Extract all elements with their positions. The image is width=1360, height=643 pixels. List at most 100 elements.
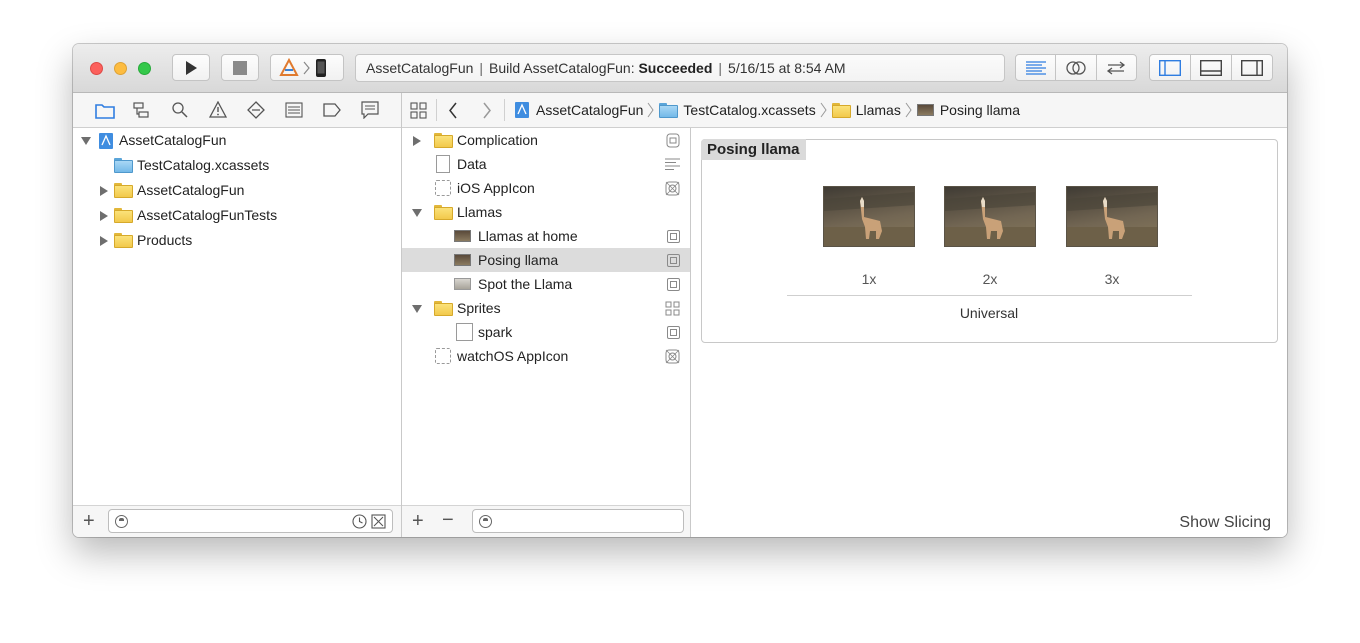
asset-label: spark: [478, 324, 513, 340]
utilities-toggle-button[interactable]: [1232, 55, 1272, 80]
navigator-selector-bar: [73, 93, 401, 128]
asset-row-folder[interactable]: Sprites: [402, 296, 690, 321]
asset-row-image[interactable]: spark: [402, 320, 690, 345]
debug-navigator-icon[interactable]: [285, 102, 303, 118]
tree-label: AssetCatalogFunTests: [137, 207, 278, 223]
debug-area-toggle-button[interactable]: [1191, 55, 1232, 80]
llama-photo: [1067, 192, 1157, 246]
breakpoint-navigator-icon[interactable]: [323, 103, 341, 117]
version-editor-button[interactable]: [1097, 55, 1136, 80]
image-set-type-icon: [667, 254, 680, 267]
related-items-icon[interactable]: [410, 102, 427, 119]
asset-row-folder[interactable]: Complication: [402, 128, 690, 153]
slot-2x-image[interactable]: [944, 186, 1036, 247]
asset-row-image[interactable]: Llamas at home: [402, 224, 690, 249]
data-set-type-icon: [665, 158, 680, 170]
asset-label: Data: [457, 156, 487, 172]
navigator-filter-field[interactable]: [108, 509, 393, 533]
report-navigator-icon[interactable]: [361, 101, 379, 119]
tree-row-group[interactable]: Products: [73, 228, 401, 253]
chevron-right-icon: [905, 102, 912, 118]
navigator-toggle-button[interactable]: [1150, 55, 1191, 80]
disclosure-triangle-icon[interactable]: [412, 209, 422, 217]
test-navigator-icon[interactable]: [247, 101, 265, 119]
show-slicing-button[interactable]: Show Slicing: [1179, 514, 1271, 532]
asset-catalog-icon: [659, 102, 679, 118]
breadcrumb-folder[interactable]: Llamas: [831, 102, 901, 118]
asset-row-appicon[interactable]: iOS AppIcon: [402, 176, 690, 201]
tree-label: Products: [137, 232, 193, 248]
toolbar: AssetCatalogFun | Build AssetCatalogFun: S…: [73, 44, 1287, 93]
disclosure-triangle-icon[interactable]: [100, 236, 108, 246]
recent-files-icon[interactable]: [352, 514, 367, 529]
scheme-selector[interactable]: [270, 54, 344, 81]
run-button[interactable]: [172, 54, 210, 81]
assistant-editor-button[interactable]: [1056, 55, 1097, 80]
standard-editor-button[interactable]: [1016, 55, 1057, 80]
disclosure-triangle-icon[interactable]: [100, 186, 108, 196]
slot-1x-label: 1x: [861, 271, 877, 287]
tree-row-group[interactable]: AssetCatalogFunTests: [73, 203, 401, 228]
idiom-divider: [787, 295, 1192, 296]
breadcrumb-folder-label: Llamas: [855, 102, 901, 118]
forward-icon[interactable]: [482, 102, 492, 119]
filter-icon: [115, 515, 128, 528]
minimize-button[interactable]: [114, 62, 127, 75]
slot-3x-image[interactable]: [1066, 186, 1158, 247]
activity-build-status: Succeeded: [638, 60, 713, 76]
stop-button[interactable]: [221, 54, 259, 81]
image-set-type-icon: [667, 278, 680, 291]
breadcrumb-asset[interactable]: Posing llama: [916, 102, 1020, 118]
sprite-atlas-icon: [665, 301, 680, 316]
find-navigator-icon[interactable]: [171, 101, 189, 119]
image-set-icon: [916, 104, 934, 116]
chevron-right-icon: [303, 61, 310, 74]
close-button[interactable]: [90, 62, 103, 75]
add-asset-button[interactable]: +: [412, 511, 424, 531]
breadcrumb-asset-label: Posing llama: [939, 102, 1020, 118]
scm-status-icon[interactable]: [371, 514, 386, 529]
symbol-navigator-icon[interactable]: [133, 102, 151, 119]
asset-row-image-selected[interactable]: Posing llama: [402, 248, 690, 272]
complication-set-icon: [666, 133, 680, 148]
folder-icon: [434, 133, 453, 148]
tree-row-catalog[interactable]: TestCatalog.xcassets: [73, 153, 401, 178]
issue-navigator-icon[interactable]: [209, 101, 227, 119]
asset-row-data[interactable]: Data: [402, 152, 690, 177]
project-file-icon: [99, 133, 113, 149]
tree-row-group[interactable]: AssetCatalogFun: [73, 178, 401, 203]
app-icon-type-icon: [665, 181, 680, 196]
tree-label: AssetCatalogFun: [137, 182, 245, 198]
project-navigator-icon[interactable]: [95, 102, 115, 119]
remove-asset-button[interactable]: −: [442, 510, 454, 530]
version-editor-icon: [1107, 60, 1126, 75]
disclosure-triangle-icon[interactable]: [412, 305, 422, 313]
asset-row-image[interactable]: Spot the Llama: [402, 272, 690, 297]
asset-filter-field[interactable]: [472, 509, 684, 533]
breadcrumb-catalog-label: TestCatalog.xcassets: [683, 102, 816, 118]
asset-name-label: Posing llama: [701, 139, 806, 160]
add-button[interactable]: +: [83, 511, 95, 531]
back-icon[interactable]: [448, 102, 458, 119]
tree-row-project[interactable]: AssetCatalogFun: [73, 128, 401, 153]
editor-mode-control: [1015, 54, 1137, 81]
zoom-button[interactable]: [138, 62, 151, 75]
breadcrumb-catalog[interactable]: TestCatalog.xcassets: [659, 102, 816, 118]
view-toggle-control: [1149, 54, 1273, 81]
disclosure-triangle-icon[interactable]: [413, 136, 421, 146]
breadcrumb-project[interactable]: AssetCatalogFun: [514, 101, 643, 119]
asset-label: watchOS AppIcon: [457, 348, 569, 364]
disclosure-triangle-icon[interactable]: [100, 211, 108, 221]
asset-label: Llamas: [457, 204, 503, 220]
activity-timestamp: 5/16/15 at 8:54 AM: [728, 60, 846, 76]
utilities-toggle-icon: [1241, 59, 1263, 76]
disclosure-triangle-icon[interactable]: [81, 137, 91, 145]
asset-row-appicon[interactable]: watchOS AppIcon: [402, 344, 690, 369]
slot-1x-image[interactable]: [823, 186, 915, 247]
activity-separator-2: |: [718, 60, 723, 76]
app-icon: [279, 57, 299, 76]
slot-2x-label: 2x: [982, 271, 998, 287]
breadcrumb-project-label: AssetCatalogFun: [536, 102, 644, 118]
asset-row-folder[interactable]: Llamas: [402, 200, 690, 225]
asset-label: Sprites: [457, 300, 501, 316]
